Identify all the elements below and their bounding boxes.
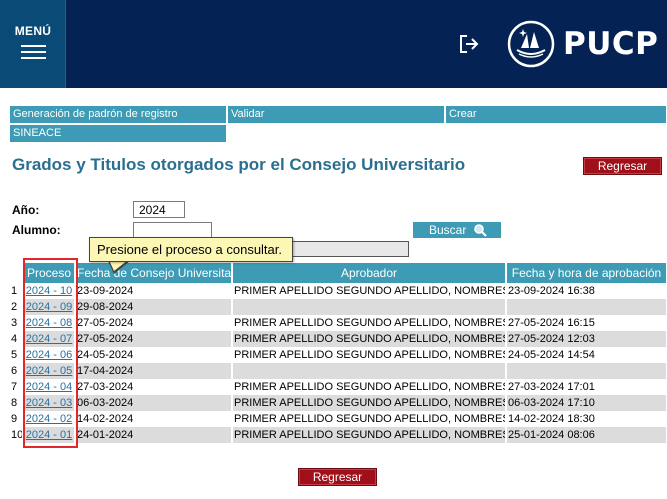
fecha-aprobacion-cell: 27-05-2024 16:15 [506,315,666,331]
buscar-label: Buscar [429,223,467,237]
fecha-aprobacion-cell: 27-05-2024 12:03 [506,331,666,347]
proceso-link[interactable]: 2024 - 03 [26,397,72,409]
row-number: 7 [9,379,24,395]
proceso-link[interactable]: 2024 - 10 [26,285,72,297]
proceso-link[interactable]: 2024 - 09 [26,301,72,313]
buscar-button[interactable]: Buscar [413,222,501,238]
table-row: 6 2024 - 05 17-04-2024 [9,363,666,379]
fecha-consejo-cell: 06-03-2024 [75,395,233,411]
aprobador-cell: PRIMER APELLIDO SEGUNDO APELLIDO, NOMBRE… [232,379,507,395]
proceso-link[interactable]: 2024 - 01 [26,429,72,441]
logout-icon[interactable] [458,34,480,54]
row-number: 1 [9,283,24,299]
aprobador-cell: PRIMER APELLIDO SEGUNDO APELLIDO, NOMBRE… [232,395,507,411]
nav-sineace[interactable]: SINEACE [10,125,228,142]
top-navigation: Generación de padrón de registro Validar… [10,106,666,142]
alumno-name-field [290,241,409,257]
table-row: 4 2024 - 07 27-05-2024 PRIMER APELLIDO SEGU… [9,331,666,347]
tooltip: Presione el proceso a consultar. [89,237,293,262]
fecha-aprobacion-cell: 27-03-2024 17:01 [506,379,666,395]
top-header: MENÚ PUCP [0,0,667,88]
fecha-consejo-cell: 14-02-2024 [75,411,233,427]
proceso-link[interactable]: 2024 - 07 [26,333,72,345]
row-number: 9 [9,411,24,427]
aprobador-cell: PRIMER APELLIDO SEGUNDO APELLIDO, NOMBRE… [232,427,507,443]
proceso-cell: 2024 - 10 [23,283,76,299]
fecha-consejo-cell: 27-03-2024 [75,379,233,395]
regresar-button-top[interactable]: Regresar [583,157,662,175]
row-number: 8 [9,395,24,411]
proceso-link[interactable]: 2024 - 08 [26,317,72,329]
procesos-table: Proceso Fecha de Consejo Universitario A… [9,263,666,443]
header-proceso: Proceso [23,263,76,283]
proceso-cell: 2024 - 04 [23,379,76,395]
fecha-consejo-cell: 29-08-2024 [75,299,233,315]
proceso-cell: 2024 - 02 [23,411,76,427]
row-number: 6 [9,363,24,379]
header-fecha-aprobacion: Fecha y hora de aprobación [506,263,666,283]
table-row: 1 2024 - 10 23-09-2024 PRIMER APELLIDO SEGU… [9,283,666,299]
fecha-aprobacion-cell [506,363,666,379]
fecha-aprobacion-cell: 14-02-2024 18:30 [506,411,666,427]
nav-crear[interactable]: Crear [446,106,666,123]
fecha-consejo-cell: 27-05-2024 [75,315,233,331]
aprobador-cell: PRIMER APELLIDO SEGUNDO APELLIDO, NOMBRE… [232,331,507,347]
fecha-consejo-cell: 24-01-2024 [75,427,233,443]
logo-text: PUCP [563,26,659,62]
proceso-cell: 2024 - 07 [23,331,76,347]
proceso-cell: 2024 - 06 [23,347,76,363]
proceso-cell: 2024 - 01 [23,427,76,443]
proceso-link[interactable]: 2024 - 05 [26,365,72,377]
table-row: 7 2024 - 04 27-03-2024 PRIMER APELLIDO SEGU… [9,379,666,395]
pucp-logo-icon [507,20,555,68]
aprobador-cell: PRIMER APELLIDO SEGUNDO APELLIDO, NOMBRE… [232,283,507,299]
proceso-cell: 2024 - 08 [23,315,76,331]
menu-label: MENÚ [14,24,52,38]
page-title: Grados y Titulos otorgados por el Consej… [12,155,466,174]
aprobador-cell [232,363,507,379]
row-number: 5 [9,347,24,363]
aprobador-cell: PRIMER APELLIDO SEGUNDO APELLIDO, NOMBRE… [232,347,507,363]
proceso-cell: 2024 - 05 [23,363,76,379]
fecha-aprobacion-cell: 25-01-2024 08:06 [506,427,666,443]
row-number: 2 [9,299,24,315]
row-number: 3 [9,315,24,331]
table-row: 9 2024 - 02 14-02-2024 PRIMER APELLIDO SEGU… [9,411,666,427]
hamburger-menu-icon[interactable] [21,45,46,59]
anio-input[interactable] [133,201,185,218]
fecha-aprobacion-cell [506,299,666,315]
anio-label: Año: [12,203,40,217]
fecha-aprobacion-cell: 06-03-2024 17:10 [506,395,666,411]
proceso-cell: 2024 - 03 [23,395,76,411]
proceso-link[interactable]: 2024 - 04 [26,381,72,393]
header-num [9,263,24,283]
alumno-label: Alumno: [12,223,61,237]
header-fecha-consejo: Fecha de Consejo Universitario [75,263,233,283]
fecha-consejo-cell: 17-04-2024 [75,363,233,379]
row-number: 4 [9,331,24,347]
table-row: 10 2024 - 01 24-01-2024 PRIMER APELLIDO SEG… [9,427,666,443]
table-row: 5 2024 - 06 24-05-2024 PRIMER APELLIDO SEGU… [9,347,666,363]
aprobador-cell: PRIMER APELLIDO SEGUNDO APELLIDO, NOMBRE… [232,315,507,331]
nav-generacion-padron[interactable]: Generación de padrón de registro [10,106,228,123]
table-row: 3 2024 - 08 27-05-2024 PRIMER APELLIDO SEGU… [9,315,666,331]
table-row: 2 2024 - 09 29-08-2024 [9,299,666,315]
regresar-button-bottom[interactable]: Regresar [298,468,377,486]
proceso-link[interactable]: 2024 - 02 [26,413,72,425]
proceso-link[interactable]: 2024 - 06 [26,349,72,361]
menu-block[interactable]: MENÚ [0,0,66,88]
header-aprobador: Aprobador [232,263,507,283]
proceso-cell: 2024 - 09 [23,299,76,315]
aprobador-cell [232,299,507,315]
fecha-consejo-cell: 27-05-2024 [75,331,233,347]
nav-validar[interactable]: Validar [228,106,446,123]
fecha-aprobacion-cell: 23-09-2024 16:38 [506,283,666,299]
search-icon [474,224,487,237]
fecha-consejo-cell: 23-09-2024 [75,283,233,299]
table-row: 8 2024 - 03 06-03-2024 PRIMER APELLIDO SEGU… [9,395,666,411]
fecha-aprobacion-cell: 24-05-2024 14:54 [506,347,666,363]
fecha-consejo-cell: 24-05-2024 [75,347,233,363]
row-number: 10 [9,427,24,443]
aprobador-cell: PRIMER APELLIDO SEGUNDO APELLIDO, NOMBRE… [232,411,507,427]
